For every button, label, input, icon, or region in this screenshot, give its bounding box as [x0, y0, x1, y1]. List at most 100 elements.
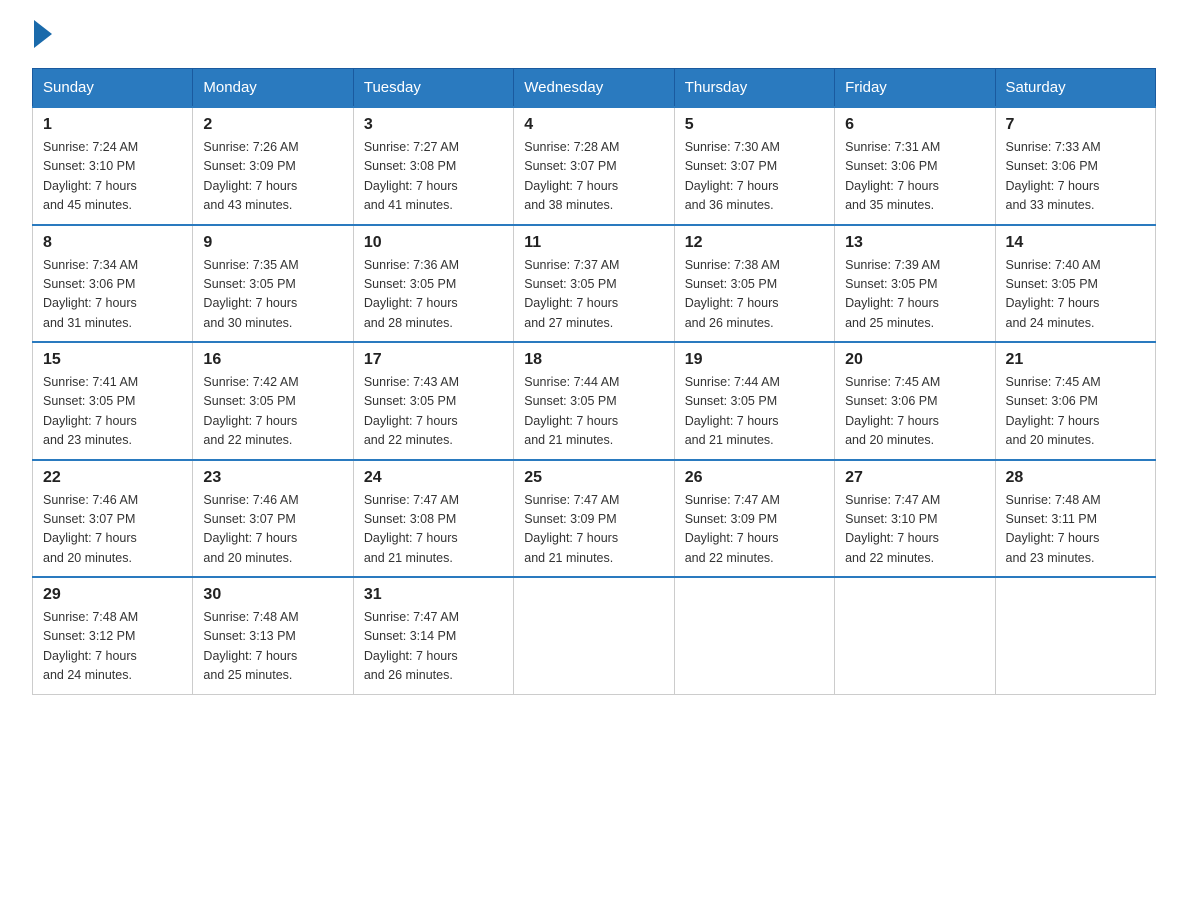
day-info: Sunrise: 7:48 AMSunset: 3:13 PMDaylight:… — [203, 608, 342, 686]
day-number: 8 — [43, 234, 182, 252]
day-number: 18 — [524, 351, 663, 369]
day-number: 28 — [1006, 469, 1145, 487]
day-number: 15 — [43, 351, 182, 369]
day-cell: 10 Sunrise: 7:36 AMSunset: 3:05 PMDayligh… — [353, 225, 513, 343]
day-number: 21 — [1006, 351, 1145, 369]
day-number: 22 — [43, 469, 182, 487]
day-number: 26 — [685, 469, 824, 487]
day-info: Sunrise: 7:35 AMSunset: 3:05 PMDaylight:… — [203, 256, 342, 334]
day-number: 12 — [685, 234, 824, 252]
day-cell: 28 Sunrise: 7:48 AMSunset: 3:11 PMDayligh… — [995, 460, 1155, 578]
logo — [32, 24, 52, 48]
day-info: Sunrise: 7:42 AMSunset: 3:05 PMDaylight:… — [203, 373, 342, 451]
col-header-saturday: Saturday — [995, 69, 1155, 108]
day-cell: 19Sunrise: 7:44 AMSunset: 3:05 PMDayligh… — [674, 342, 834, 460]
day-info: Sunrise: 7:47 AMSunset: 3:09 PMDaylight:… — [524, 491, 663, 569]
day-info: Sunrise: 7:28 AMSunset: 3:07 PMDaylight:… — [524, 138, 663, 216]
day-cell — [514, 577, 674, 694]
day-cell: 29Sunrise: 7:48 AMSunset: 3:12 PMDayligh… — [33, 577, 193, 694]
col-header-friday: Friday — [835, 69, 995, 108]
day-cell — [674, 577, 834, 694]
day-info: Sunrise: 7:33 AMSunset: 3:06 PMDaylight:… — [1006, 138, 1145, 216]
logo-arrow-icon — [34, 20, 52, 48]
day-cell: 2Sunrise: 7:26 AMSunset: 3:09 PMDaylight… — [193, 107, 353, 225]
day-cell: 4 Sunrise: 7:28 AMSunset: 3:07 PMDaylight… — [514, 107, 674, 225]
day-cell: 30 Sunrise: 7:48 AMSunset: 3:13 PMDayligh… — [193, 577, 353, 694]
day-number: 4 — [524, 116, 663, 134]
day-number: 16 — [203, 351, 342, 369]
day-number: 19 — [685, 351, 824, 369]
day-info: Sunrise: 7:40 AMSunset: 3:05 PMDaylight:… — [1006, 256, 1145, 334]
day-cell: 17Sunrise: 7:43 AMSunset: 3:05 PMDayligh… — [353, 342, 513, 460]
day-number: 25 — [524, 469, 663, 487]
day-number: 14 — [1006, 234, 1145, 252]
day-info: Sunrise: 7:48 AMSunset: 3:11 PMDaylight:… — [1006, 491, 1145, 569]
day-info: Sunrise: 7:36 AMSunset: 3:05 PMDaylight:… — [364, 256, 503, 334]
day-number: 5 — [685, 116, 824, 134]
day-cell: 27 Sunrise: 7:47 AMSunset: 3:10 PMDayligh… — [835, 460, 995, 578]
col-header-wednesday: Wednesday — [514, 69, 674, 108]
day-info: Sunrise: 7:45 AMSunset: 3:06 PMDaylight:… — [845, 373, 984, 451]
day-info: Sunrise: 7:47 AMSunset: 3:08 PMDaylight:… — [364, 491, 503, 569]
day-cell: 3 Sunrise: 7:27 AMSunset: 3:08 PMDaylight… — [353, 107, 513, 225]
day-number: 27 — [845, 469, 984, 487]
col-header-monday: Monday — [193, 69, 353, 108]
day-number: 6 — [845, 116, 984, 134]
day-number: 23 — [203, 469, 342, 487]
day-number: 31 — [364, 586, 503, 604]
day-cell: 9 Sunrise: 7:35 AMSunset: 3:05 PMDaylight… — [193, 225, 353, 343]
calendar-table: SundayMondayTuesdayWednesdayThursdayFrid… — [32, 68, 1156, 695]
week-row-5: 29Sunrise: 7:48 AMSunset: 3:12 PMDayligh… — [33, 577, 1156, 694]
day-cell: 14 Sunrise: 7:40 AMSunset: 3:05 PMDayligh… — [995, 225, 1155, 343]
week-row-4: 22 Sunrise: 7:46 AMSunset: 3:07 PMDayligh… — [33, 460, 1156, 578]
day-info: Sunrise: 7:37 AMSunset: 3:05 PMDaylight:… — [524, 256, 663, 334]
day-info: Sunrise: 7:38 AMSunset: 3:05 PMDaylight:… — [685, 256, 824, 334]
day-number: 10 — [364, 234, 503, 252]
days-of-week-row: SundayMondayTuesdayWednesdayThursdayFrid… — [33, 69, 1156, 108]
day-cell: 22 Sunrise: 7:46 AMSunset: 3:07 PMDayligh… — [33, 460, 193, 578]
week-row-1: 1 Sunrise: 7:24 AMSunset: 3:10 PMDaylight… — [33, 107, 1156, 225]
day-number: 13 — [845, 234, 984, 252]
day-info: Sunrise: 7:27 AMSunset: 3:08 PMDaylight:… — [364, 138, 503, 216]
day-info: Sunrise: 7:39 AMSunset: 3:05 PMDaylight:… — [845, 256, 984, 334]
day-number: 1 — [43, 116, 182, 134]
day-info: Sunrise: 7:24 AMSunset: 3:10 PMDaylight:… — [43, 138, 182, 216]
day-cell: 13 Sunrise: 7:39 AMSunset: 3:05 PMDayligh… — [835, 225, 995, 343]
col-header-tuesday: Tuesday — [353, 69, 513, 108]
day-number: 2 — [203, 116, 342, 134]
day-cell: 15Sunrise: 7:41 AMSunset: 3:05 PMDayligh… — [33, 342, 193, 460]
day-number: 24 — [364, 469, 503, 487]
day-info: Sunrise: 7:47 AMSunset: 3:10 PMDaylight:… — [845, 491, 984, 569]
day-cell: 16 Sunrise: 7:42 AMSunset: 3:05 PMDayligh… — [193, 342, 353, 460]
day-number: 17 — [364, 351, 503, 369]
week-row-3: 15Sunrise: 7:41 AMSunset: 3:05 PMDayligh… — [33, 342, 1156, 460]
day-info: Sunrise: 7:30 AMSunset: 3:07 PMDaylight:… — [685, 138, 824, 216]
week-row-2: 8Sunrise: 7:34 AMSunset: 3:06 PMDaylight… — [33, 225, 1156, 343]
day-cell — [835, 577, 995, 694]
day-number: 3 — [364, 116, 503, 134]
day-info: Sunrise: 7:46 AMSunset: 3:07 PMDaylight:… — [43, 491, 182, 569]
day-number: 7 — [1006, 116, 1145, 134]
day-number: 30 — [203, 586, 342, 604]
day-cell: 31 Sunrise: 7:47 AMSunset: 3:14 PMDayligh… — [353, 577, 513, 694]
day-cell: 23 Sunrise: 7:46 AMSunset: 3:07 PMDayligh… — [193, 460, 353, 578]
day-info: Sunrise: 7:48 AMSunset: 3:12 PMDaylight:… — [43, 608, 182, 686]
day-cell: 6Sunrise: 7:31 AMSunset: 3:06 PMDaylight… — [835, 107, 995, 225]
day-cell: 18 Sunrise: 7:44 AMSunset: 3:05 PMDayligh… — [514, 342, 674, 460]
day-cell: 24 Sunrise: 7:47 AMSunset: 3:08 PMDayligh… — [353, 460, 513, 578]
day-number: 11 — [524, 234, 663, 252]
day-cell: 7 Sunrise: 7:33 AMSunset: 3:06 PMDaylight… — [995, 107, 1155, 225]
day-info: Sunrise: 7:47 AMSunset: 3:09 PMDaylight:… — [685, 491, 824, 569]
day-info: Sunrise: 7:46 AMSunset: 3:07 PMDaylight:… — [203, 491, 342, 569]
day-number: 20 — [845, 351, 984, 369]
page-header — [32, 24, 1156, 48]
day-info: Sunrise: 7:47 AMSunset: 3:14 PMDaylight:… — [364, 608, 503, 686]
col-header-sunday: Sunday — [33, 69, 193, 108]
day-number: 9 — [203, 234, 342, 252]
day-info: Sunrise: 7:44 AMSunset: 3:05 PMDaylight:… — [524, 373, 663, 451]
day-cell: 26 Sunrise: 7:47 AMSunset: 3:09 PMDayligh… — [674, 460, 834, 578]
day-cell: 12 Sunrise: 7:38 AMSunset: 3:05 PMDayligh… — [674, 225, 834, 343]
day-cell: 8Sunrise: 7:34 AMSunset: 3:06 PMDaylight… — [33, 225, 193, 343]
day-info: Sunrise: 7:45 AMSunset: 3:06 PMDaylight:… — [1006, 373, 1145, 451]
day-cell: 11 Sunrise: 7:37 AMSunset: 3:05 PMDayligh… — [514, 225, 674, 343]
